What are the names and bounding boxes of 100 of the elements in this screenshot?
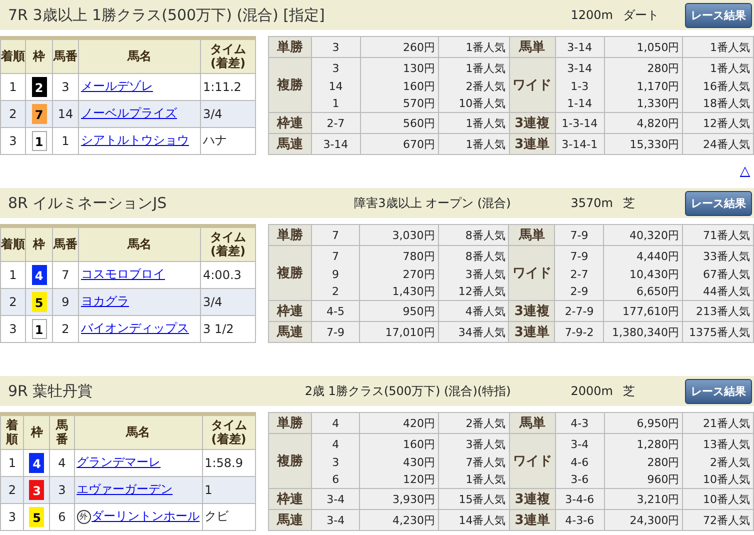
popularity-rank: 12番人気 xyxy=(438,283,509,300)
payout-amount: 1,430円 xyxy=(360,283,438,300)
column-header: タイム (着差) xyxy=(202,414,256,450)
bet-combination: 3-4 xyxy=(555,434,604,454)
popularity-rank: 1番人気 xyxy=(682,58,754,78)
popularity-rank: 1375番人気 xyxy=(682,322,754,342)
finish-time: ハナ xyxy=(200,127,256,154)
popularity-rank: 24番人気 xyxy=(682,134,754,154)
bet-combination: 7-9 xyxy=(311,322,360,342)
frame-badge: 2 xyxy=(32,76,46,97)
payout-amount: 6,950円 xyxy=(604,412,683,434)
finish-time: 1 xyxy=(202,476,256,504)
popularity-rank: 1番人気 xyxy=(438,112,510,134)
bet-combination: 1-3-14 xyxy=(555,112,604,134)
popularity-rank: 72番人気 xyxy=(682,510,754,530)
payout-amount: 4,440円 xyxy=(604,246,683,266)
payout-amount: 3,210円 xyxy=(604,488,683,510)
bet-combination: 4-6 xyxy=(555,454,604,471)
bet-combination: 3-14-1 xyxy=(555,134,604,154)
bet-type: 3連複 xyxy=(508,300,555,322)
popularity-rank: 10番人気 xyxy=(682,471,754,488)
payout-amount: 420円 xyxy=(360,412,439,434)
bet-combination: 2-7 xyxy=(311,112,360,134)
race-result-button[interactable]: レース結果 xyxy=(685,378,752,404)
race-distance: 2000m xyxy=(570,384,613,398)
popularity-rank: 33番人気 xyxy=(682,246,754,266)
bet-type: 複勝 xyxy=(268,58,312,112)
foreign-mark: 外 xyxy=(76,510,91,524)
bet-type: 枠連 xyxy=(268,300,312,322)
payout-amount: 40,320円 xyxy=(604,224,683,246)
bet-type: 複勝 xyxy=(268,434,312,488)
column-header: 枠 xyxy=(26,226,52,262)
popularity-rank: 10番人気 xyxy=(438,95,510,112)
frame-badge: 1 xyxy=(32,130,46,151)
horse-name-link[interactable]: ダーリントンホール xyxy=(92,509,200,524)
bet-combination: 2-7 xyxy=(554,266,604,283)
bet-combination: 7-9 xyxy=(554,246,604,266)
bet-combination: 4-5 xyxy=(311,300,360,322)
race-distance: 1200m xyxy=(570,8,613,22)
finish-time: 3 1/2 xyxy=(200,315,256,342)
payout-amount: 670円 xyxy=(360,134,438,154)
bet-type: 3連単 xyxy=(509,134,556,154)
bet-type: 馬単 xyxy=(509,412,556,434)
bet-combination: 2 xyxy=(311,283,360,300)
column-header: 馬名 xyxy=(78,226,200,262)
back-to-top-link[interactable]: △ xyxy=(740,164,750,179)
bet-combination: 3-6 xyxy=(555,471,604,488)
bet-combination: 9 xyxy=(311,266,360,283)
payout-amount: 570円 xyxy=(360,95,438,112)
payout-amount: 1,380,340円 xyxy=(604,322,683,342)
payout-amount: 780円 xyxy=(360,246,438,266)
race-distance: 3570m xyxy=(570,196,613,210)
bet-type: 3連単 xyxy=(509,510,556,530)
payout-amount: 280円 xyxy=(604,454,683,471)
horse-number: 14 xyxy=(52,100,78,128)
finish-place: 1 xyxy=(0,261,26,288)
payout-amount: 24,300円 xyxy=(604,510,683,530)
race-surface: ダート xyxy=(623,6,660,24)
payout-amount: 160円 xyxy=(360,78,438,95)
popularity-rank: 16番人気 xyxy=(682,78,754,95)
frame-badge: 5 xyxy=(32,292,46,312)
bet-combination: 1-14 xyxy=(555,95,604,112)
finish-place: 2 xyxy=(0,100,26,128)
bet-combination: 14 xyxy=(311,78,360,95)
popularity-rank: 67番人気 xyxy=(682,266,754,283)
popularity-rank: 213番人気 xyxy=(682,300,754,322)
horse-number: 3 xyxy=(50,476,74,504)
payout-amount: 3,930円 xyxy=(360,488,439,510)
payout-amount: 15,330円 xyxy=(604,134,683,154)
payout-amount: 1,330円 xyxy=(604,95,683,112)
bet-combination: 7-9 xyxy=(554,224,604,246)
bet-type: 単勝 xyxy=(268,36,312,58)
bet-type: 3連単 xyxy=(508,322,555,342)
popularity-rank: 44番人気 xyxy=(682,283,754,300)
finish-place: 3 xyxy=(0,503,24,530)
column-header: 着順 xyxy=(0,414,24,450)
race-surface: 芝 xyxy=(623,194,636,212)
bet-combination: 1-3 xyxy=(555,78,604,95)
finish-place: 2 xyxy=(0,288,26,316)
column-header: 着順 xyxy=(0,226,26,262)
finish-place: 1 xyxy=(0,73,26,100)
payout-amount: 17,010円 xyxy=(360,322,438,342)
payout-amount: 4,820円 xyxy=(604,112,683,134)
bet-combination: 3-14 xyxy=(311,134,360,154)
race-title: 8R イルミネーションJS xyxy=(8,194,168,212)
race-result-button[interactable]: レース結果 xyxy=(685,2,752,28)
finish-time: 3/4 xyxy=(200,288,256,316)
payout-amount: 1,050円 xyxy=(604,36,683,58)
bet-combination: 1 xyxy=(311,95,360,112)
race-result-button[interactable]: レース結果 xyxy=(685,190,752,216)
bet-combination: 2-7-9 xyxy=(554,300,604,322)
bet-combination: 4 xyxy=(311,412,360,434)
payout-amount: 4,230円 xyxy=(360,510,439,530)
frame-badge: 4 xyxy=(29,452,44,473)
popularity-rank: 3番人気 xyxy=(438,434,510,454)
bet-combination: 7 xyxy=(311,224,360,246)
bet-type: 枠連 xyxy=(268,488,312,510)
frame-badge: 7 xyxy=(32,104,46,124)
bet-type: 馬連 xyxy=(268,134,312,154)
horse-number: 4 xyxy=(50,449,74,476)
